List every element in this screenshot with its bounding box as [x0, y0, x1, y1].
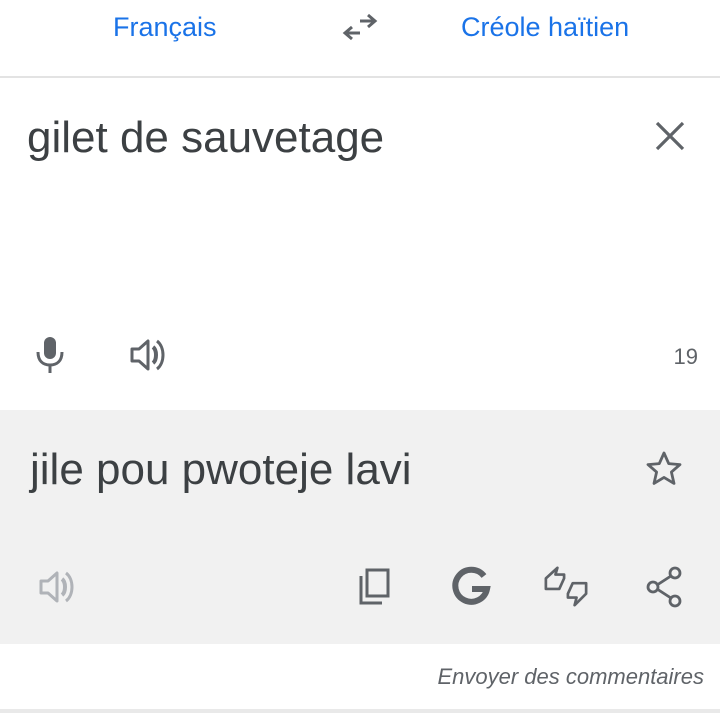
save-translation-button[interactable] [641, 446, 687, 492]
thumbs-up-down-icon [544, 566, 588, 607]
clear-button[interactable] [648, 114, 692, 158]
close-icon [655, 121, 685, 151]
speaker-icon [130, 339, 165, 371]
listen-translation-button[interactable] [34, 564, 80, 610]
divider [0, 709, 720, 713]
swap-arrows-icon [342, 13, 378, 41]
speaker-icon [39, 571, 74, 603]
microphone-icon [36, 337, 64, 373]
character-count: 19 [673, 344, 698, 369]
rate-translation-button[interactable] [543, 564, 589, 610]
language-bar: Français Créole haïtien [0, 0, 720, 78]
translate-app: Français Créole haïtien gilet de sauveta… [0, 0, 720, 713]
voice-input-button[interactable] [28, 333, 72, 377]
open-in-google-button[interactable] [448, 564, 494, 610]
swap-languages-button[interactable] [338, 10, 382, 44]
translation-result-area: jile pou pwoteje lavi [0, 410, 720, 644]
source-text[interactable]: gilet de sauvetage [27, 112, 384, 164]
share-icon [646, 566, 682, 608]
translated-text: jile pou pwoteje lavi [30, 445, 412, 494]
listen-source-button[interactable] [126, 333, 170, 377]
copy-icon [359, 568, 390, 605]
send-feedback-link[interactable]: Envoyer des commentaires [437, 664, 704, 690]
star-icon [646, 451, 682, 485]
source-input-area[interactable]: gilet de sauvetage 19 [0, 78, 720, 410]
copy-translation-button[interactable] [351, 564, 397, 610]
target-language-button[interactable]: Créole haïtien [461, 10, 629, 44]
footer: Envoyer des commentaires [0, 644, 720, 713]
share-translation-button[interactable] [641, 564, 687, 610]
source-language-button[interactable]: Français [113, 10, 217, 44]
google-g-icon [452, 566, 491, 605]
